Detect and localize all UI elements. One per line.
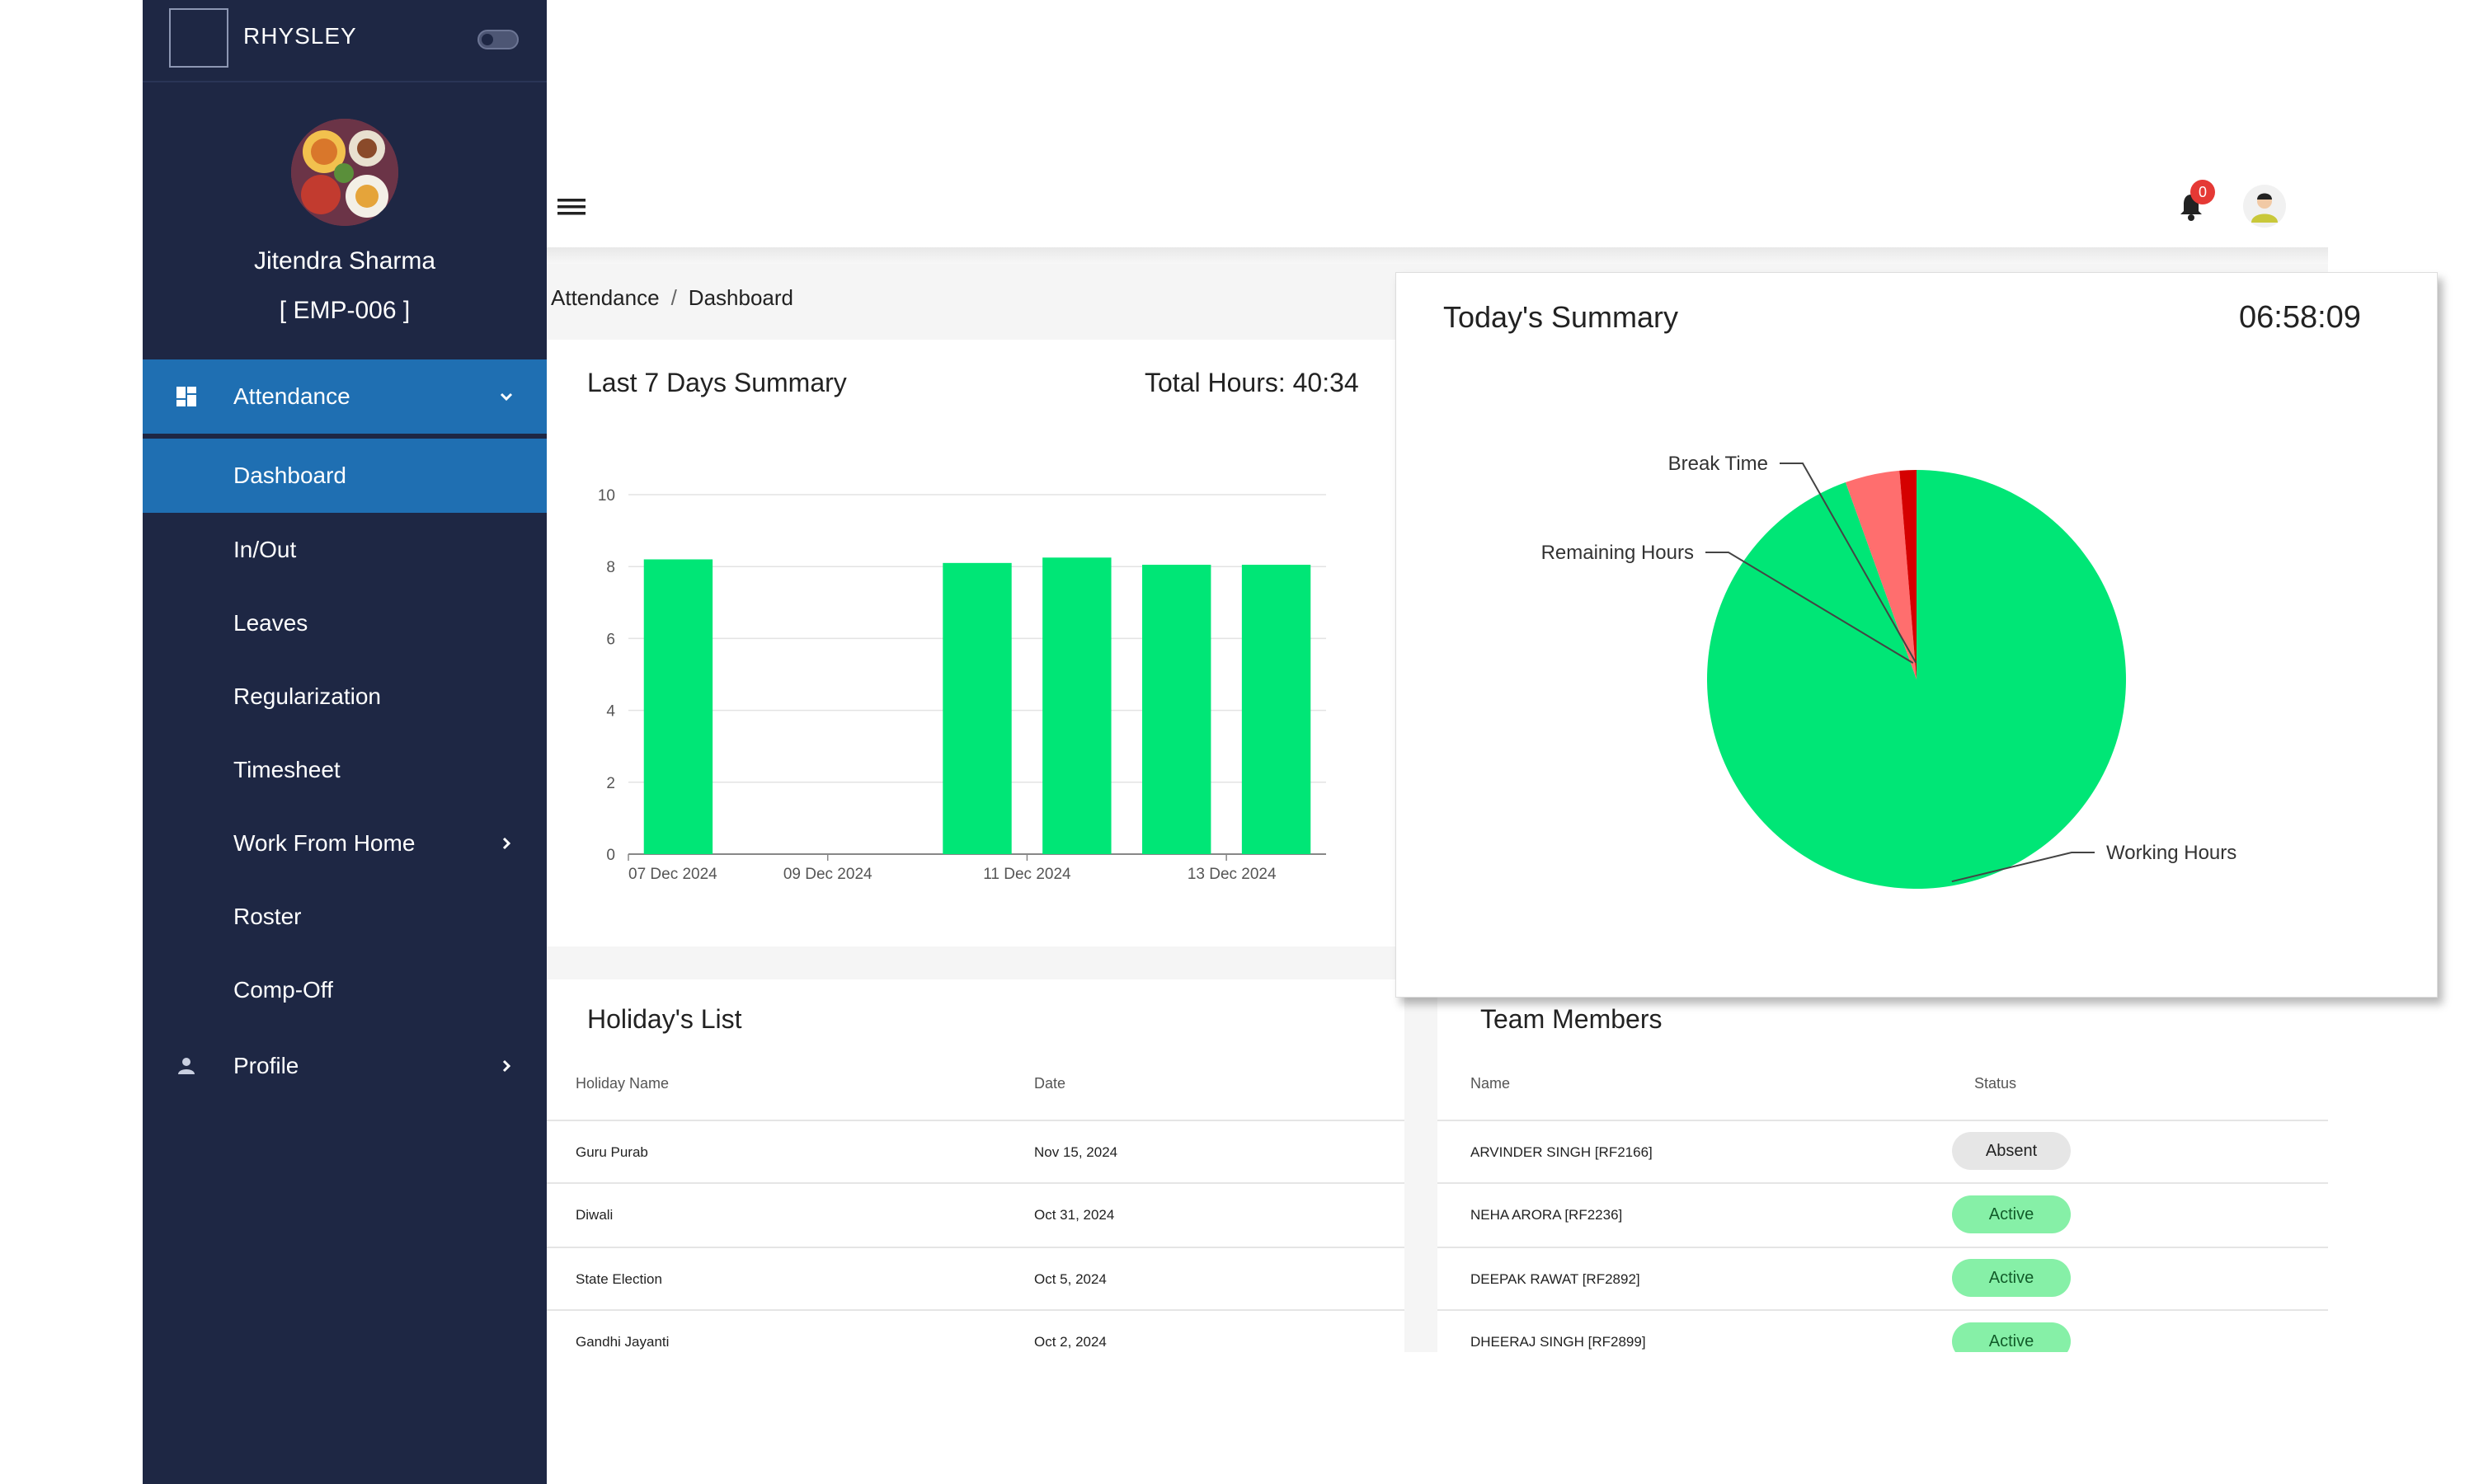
bar (643, 559, 713, 854)
team-name-header: Name (1470, 1075, 1511, 1092)
member-name: ARVINDER SINGH [RF2166] (1470, 1144, 1653, 1160)
holiday-list-title: Holiday's List (587, 1004, 742, 1034)
pie-label: Working Hours (2106, 842, 2236, 864)
sidebar-item-label: Profile (233, 1053, 299, 1078)
row-divider (547, 1120, 1404, 1121)
sidebar-item-label: Work From Home (233, 830, 416, 856)
holiday-date: Oct 31, 2024 (1034, 1207, 1115, 1223)
pie-label: Break Time (1668, 453, 1768, 475)
last-7-days-bar-chart: 0 2 4 6 8 10 07 Dec 2024 09 Dec 2024 11 Dec 2024… (598, 487, 1326, 883)
sidebar-item-label: Timesheet (233, 757, 341, 782)
user-name: Jitendra Sharma (253, 247, 436, 275)
team-status-header: Status (1974, 1075, 2017, 1092)
pie-label: Remaining Hours (1541, 542, 1694, 564)
holiday-date: Oct 2, 2024 (1034, 1334, 1107, 1350)
notification-badge: 0 (2190, 180, 2215, 204)
logo (169, 8, 228, 68)
sidebar-item-timesheet[interactable]: Timesheet (143, 733, 547, 807)
user-menu-avatar[interactable] (2243, 185, 2286, 228)
y-tick-label: 8 (606, 559, 615, 576)
sidebar-item-label: In/Out (233, 537, 297, 562)
breadcrumb: Attendance / Dashboard (551, 285, 793, 311)
avatar (291, 119, 398, 226)
breadcrumb-separator: / (670, 285, 677, 310)
bar (1042, 557, 1112, 854)
topbar-shadow (547, 247, 2328, 264)
breadcrumb-parent[interactable]: Attendance (551, 285, 660, 310)
holiday-name-header: Holiday Name (576, 1075, 670, 1092)
hamburger-menu-icon[interactable] (557, 196, 586, 218)
y-tick-label: 2 (606, 775, 615, 792)
team-members-card (1437, 979, 2328, 1352)
sidebar-header: RHYSLEY (143, 0, 547, 82)
sidebar-item-comp-off[interactable]: Comp-Off (143, 953, 547, 1027)
todays-summary-pie-chart: Working Hours Remaining Hours Break Time (1541, 453, 2236, 889)
avatar-image (291, 119, 398, 226)
holiday-date: Oct 5, 2024 (1034, 1271, 1107, 1287)
last-7-days-title: Last 7 Days Summary (587, 368, 847, 397)
breadcrumb-current: Dashboard (688, 285, 793, 310)
theme-toggle[interactable] (477, 30, 519, 49)
x-tick-label: 13 Dec 2024 (1188, 866, 1277, 883)
chevron-right-icon (502, 1059, 511, 1073)
bar (1142, 565, 1211, 854)
sidebar-item-leaves[interactable]: Leaves (143, 586, 547, 660)
chevron-right-icon (502, 837, 511, 850)
sidebar: RHYSLEY Jitendra Sharma [ EMP-006 ] Atte… (143, 0, 547, 1484)
status-badge: Absent (1952, 1132, 2071, 1170)
holiday-name: Gandhi Jayanti (576, 1334, 670, 1350)
brand-name: RHYSLEY (243, 23, 357, 49)
row-divider (1437, 1309, 2328, 1311)
member-name: DEEPAK RAWAT [RF2892] (1470, 1271, 1640, 1287)
holiday-name: Diwali (576, 1207, 614, 1223)
sidebar-item-label: Regularization (233, 683, 381, 709)
user-avatar-icon (2251, 193, 2278, 223)
row-divider (547, 1309, 1404, 1311)
holiday-date: Nov 15, 2024 (1034, 1144, 1118, 1160)
sidebar-item-label: Leaves (233, 610, 308, 636)
row-divider (547, 1182, 1404, 1184)
user-id: [ EMP-006 ] (279, 297, 411, 324)
holiday-name: State Election (576, 1271, 662, 1287)
bar (943, 562, 1012, 854)
y-tick-label: 0 (606, 847, 615, 864)
status-badge: Active (1952, 1259, 2071, 1297)
sidebar-item-label: Dashboard (233, 463, 346, 488)
sidebar-item-work-from-home[interactable]: Work From Home (143, 806, 547, 881)
holiday-date-header: Date (1034, 1075, 1066, 1092)
member-name: DHEERAJ SINGH [RF2899] (1470, 1334, 1646, 1350)
member-name: NEHA ARORA [RF2236] (1470, 1207, 1623, 1223)
row-divider (1437, 1247, 2328, 1248)
toggle-knob (482, 34, 493, 45)
holiday-name: Guru Purab (576, 1144, 648, 1160)
team-members-title: Team Members (1480, 1004, 1663, 1034)
sidebar-item-regularization[interactable]: Regularization (143, 660, 547, 734)
sidebar-item-dashboard[interactable]: Dashboard (143, 439, 547, 513)
x-tick-label: 11 Dec 2024 (983, 866, 1071, 883)
total-hours: Total Hours: 40:34 (1145, 368, 1359, 397)
sidebar-item-label: Attendance (233, 383, 350, 409)
sidebar-item-in-out[interactable]: In/Out (143, 513, 547, 587)
x-tick-label: 07 Dec 2024 (628, 866, 717, 883)
y-tick-label: 4 (606, 703, 615, 721)
y-tick-label: 6 (606, 631, 615, 648)
x-tick-label: 09 Dec 2024 (783, 866, 872, 883)
status-badge: Active (1952, 1195, 2071, 1233)
sidebar-item-label: Comp-Off (233, 977, 333, 1003)
row-divider (1437, 1120, 2328, 1121)
y-tick-label: 10 (598, 487, 615, 505)
sidebar-item-roster[interactable]: Roster (143, 880, 547, 954)
row-divider (1437, 1182, 2328, 1184)
sidebar-item-attendance[interactable]: Attendance (143, 359, 547, 434)
person-icon (178, 1058, 195, 1074)
sidebar-item-label: Roster (233, 904, 302, 929)
topbar (547, 0, 2328, 254)
sidebar-item-profile[interactable]: Profile (143, 1029, 547, 1103)
bar (1241, 565, 1311, 854)
page-bottom (547, 1352, 2328, 1484)
row-divider (547, 1247, 1404, 1248)
dashboard-grid-icon (176, 387, 196, 406)
holiday-list-card (547, 979, 1404, 1352)
chevron-down-icon (500, 392, 513, 402)
